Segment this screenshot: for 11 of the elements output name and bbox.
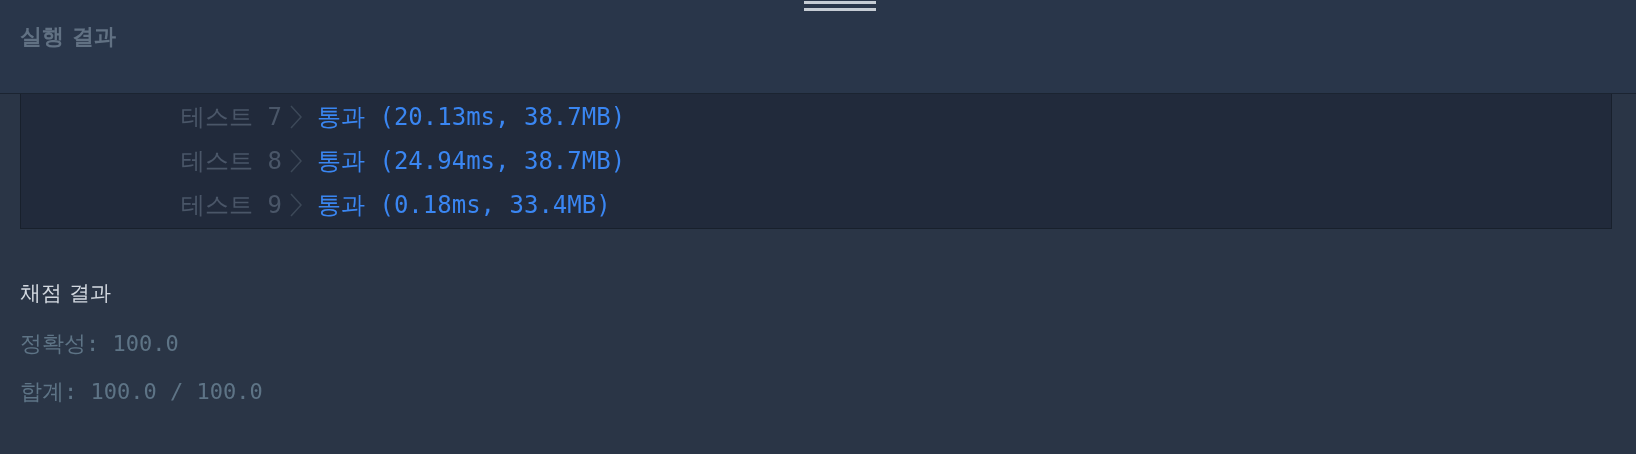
chevron-right-icon bbox=[289, 148, 303, 174]
panel-title: 실행 결과 bbox=[20, 23, 116, 51]
grading-title: 채점 결과 bbox=[20, 280, 112, 307]
score-line: 정확성: 100.0 bbox=[20, 330, 180, 358]
score-line: 합계: 100.0 / 100.0 bbox=[20, 378, 264, 406]
test-result: 통과 (24.94ms, 38.7MB) bbox=[317, 146, 626, 177]
drag-handle-icon[interactable] bbox=[804, 0, 876, 13]
chevron-right-icon bbox=[289, 192, 303, 218]
test-result: 통과 (0.18ms, 33.4MB) bbox=[317, 190, 611, 221]
chevron-right-icon bbox=[289, 104, 303, 130]
test-result: 통과 (20.13ms, 38.7MB) bbox=[317, 102, 626, 133]
